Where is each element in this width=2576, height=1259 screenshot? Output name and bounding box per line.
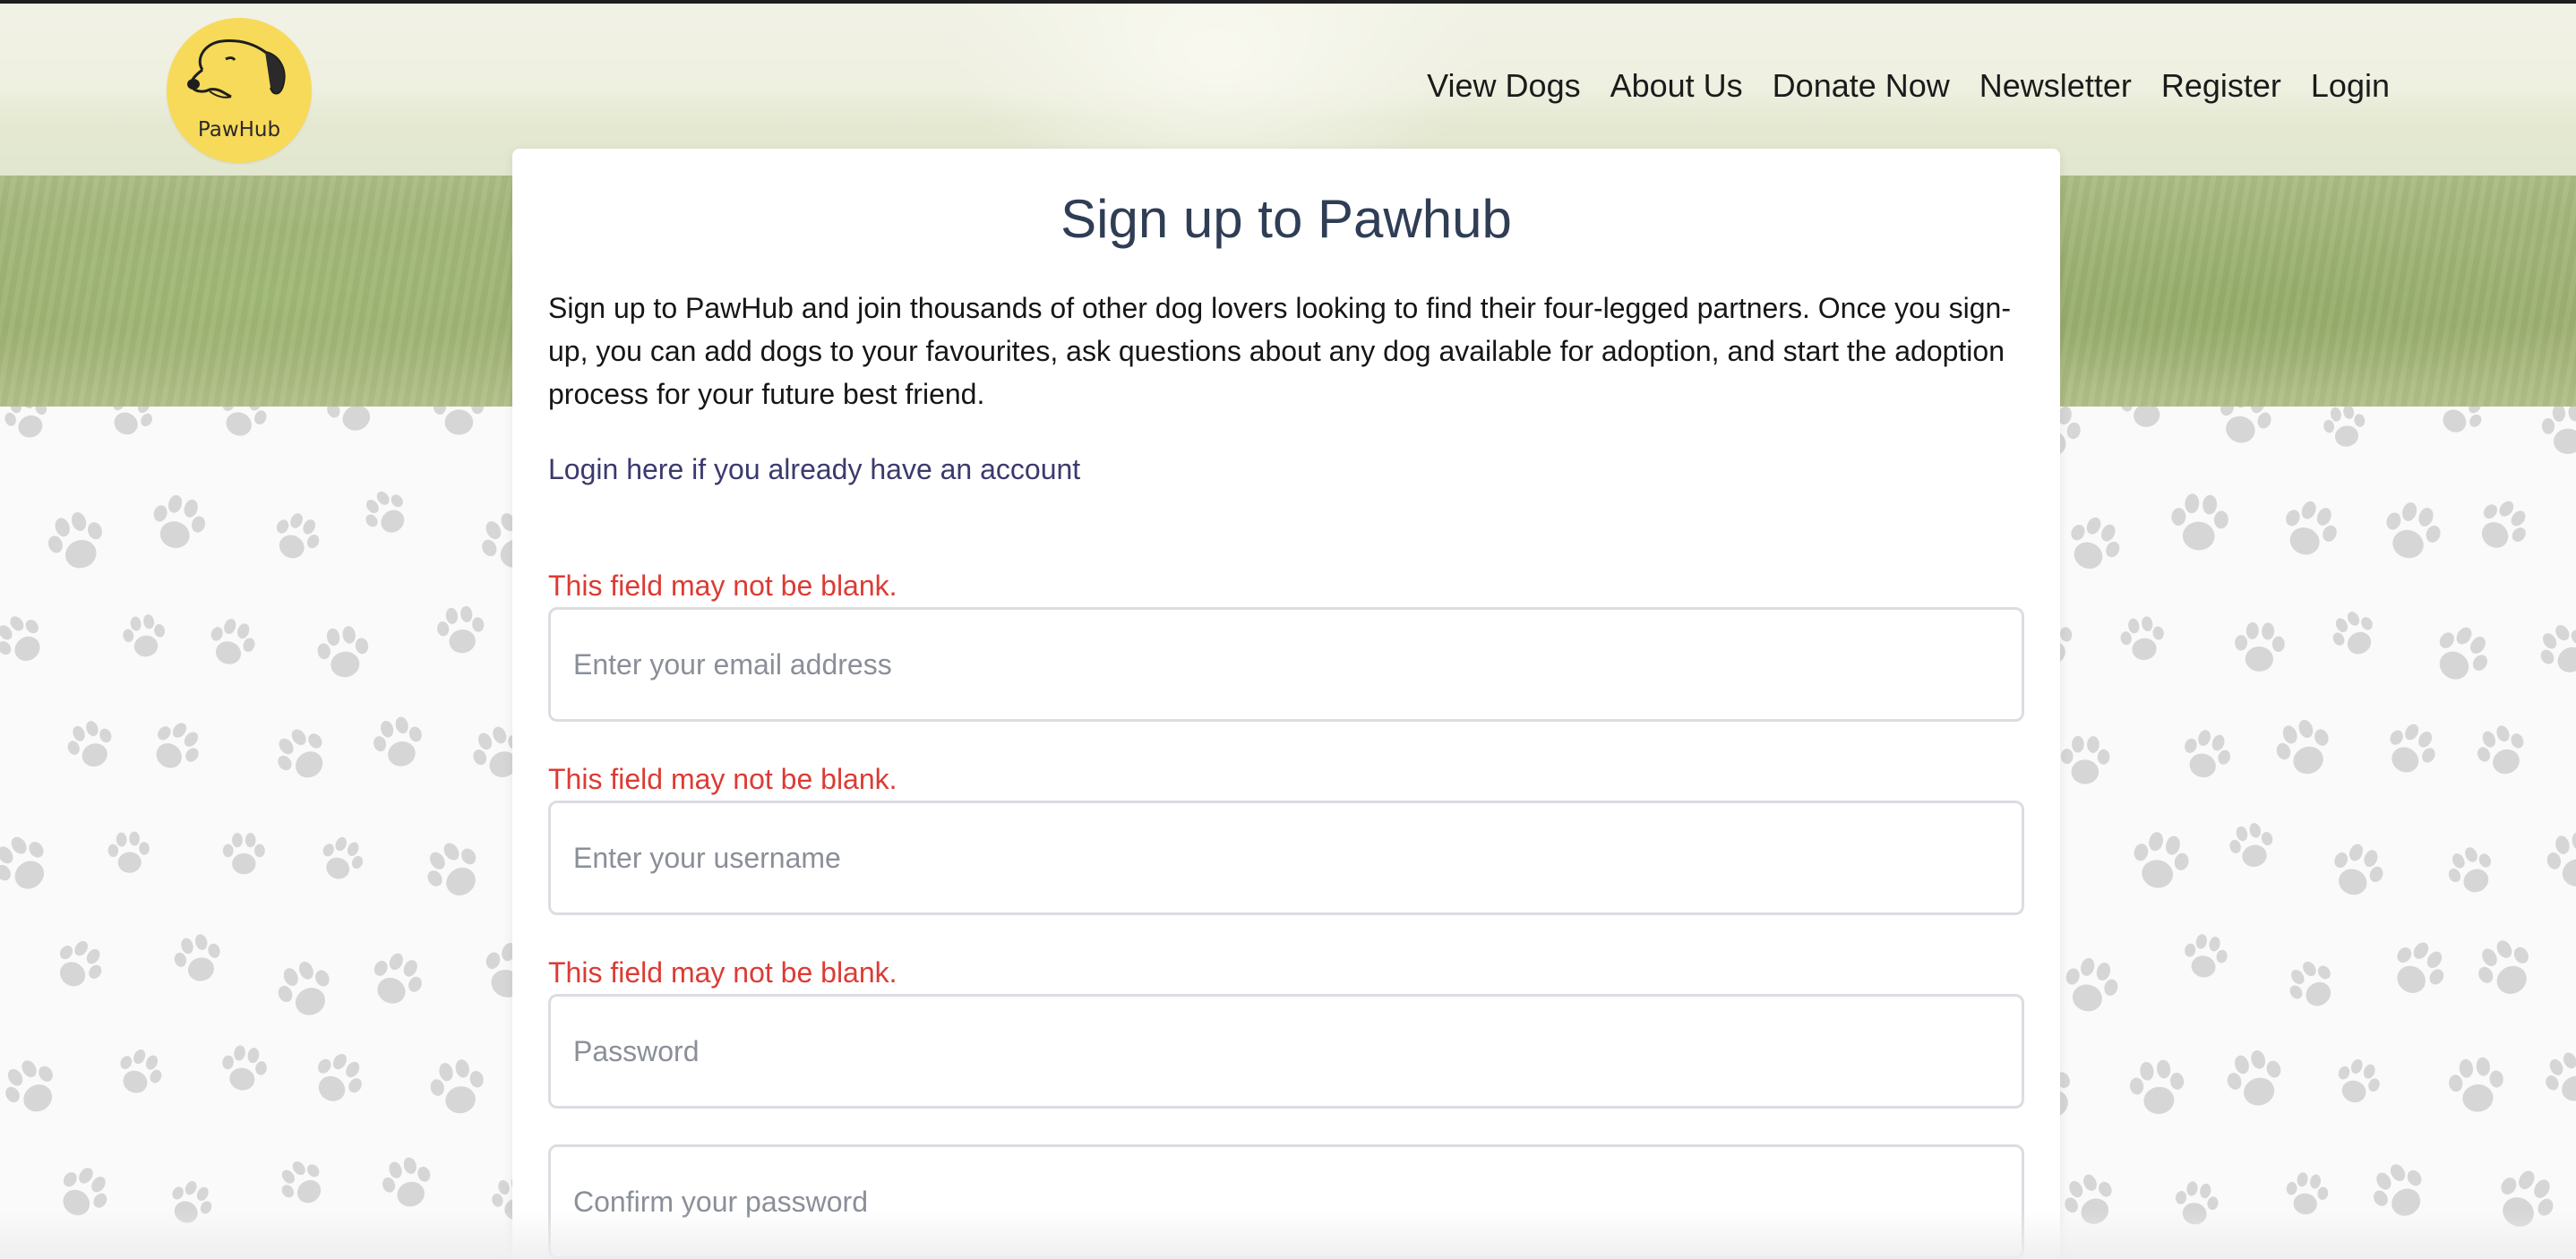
paw-print-icon <box>262 946 349 1034</box>
signup-card: Sign up to Pawhub Sign up to PawHub and … <box>512 149 2060 1259</box>
paw-print-icon <box>2050 502 2136 588</box>
nav-view-dogs[interactable]: View Dogs <box>1427 67 1580 105</box>
password-field[interactable] <box>548 994 2024 1109</box>
paw-print-icon <box>2567 942 2576 1032</box>
pawhub-logo[interactable]: PawHub <box>167 18 312 163</box>
paw-print-icon <box>2261 706 2347 792</box>
logo-text: PawHub <box>197 118 281 141</box>
paw-print-icon <box>2415 609 2508 702</box>
paw-print-icon <box>0 600 62 681</box>
paw-print-icon <box>2314 407 2375 458</box>
paw-print-icon <box>211 1037 276 1101</box>
paw-print-icon <box>32 498 121 587</box>
paw-print-icon <box>218 828 270 881</box>
paw-print-icon <box>2265 486 2353 574</box>
window-top-border <box>0 0 2576 4</box>
paw-print-icon <box>2110 407 2178 439</box>
paw-print-icon <box>418 1049 498 1128</box>
paw-print-icon <box>260 713 348 801</box>
username-error: This field may not be blank. <box>548 763 897 795</box>
paw-print-icon <box>205 407 280 453</box>
username-field[interactable] <box>548 801 2024 915</box>
paw-print-icon <box>2323 1048 2392 1118</box>
paw-print-icon <box>2174 926 2237 989</box>
main-navigation: View Dogs About Us Donate Now Newsletter… <box>1427 64 2390 107</box>
paw-print-icon <box>296 1039 379 1122</box>
paw-print-icon <box>2049 946 2131 1027</box>
paw-print-icon <box>2119 1051 2194 1126</box>
paw-print-icon <box>115 607 175 667</box>
paw-print-icon <box>2535 820 2576 902</box>
paw-print-icon <box>307 826 376 895</box>
email-field[interactable] <box>548 607 2024 722</box>
paw-print-icon <box>54 709 127 783</box>
paw-print-icon <box>195 607 267 679</box>
nav-login[interactable]: Login <box>2311 67 2390 105</box>
paw-print-icon <box>163 924 235 996</box>
login-link[interactable]: Login here if you already have an accoun… <box>548 453 1080 486</box>
paw-print-icon <box>258 500 333 575</box>
paw-print-icon <box>428 599 494 664</box>
paw-print-icon <box>2168 718 2244 793</box>
page-title: Sign up to Pawhub <box>1060 189 1512 249</box>
paw-print-icon <box>2369 709 2452 792</box>
paw-print-icon <box>0 818 69 912</box>
paw-print-icon <box>2434 834 2509 909</box>
paw-print-icon <box>427 407 492 443</box>
paw-print-icon <box>2315 830 2398 912</box>
paw-print-icon <box>133 706 216 788</box>
paw-print-icon <box>313 407 392 448</box>
paw-print-icon <box>2460 924 2552 1016</box>
paw-print-icon <box>2220 814 2286 880</box>
paw-print-icon <box>308 618 380 689</box>
paw-print-icon <box>0 1043 77 1133</box>
paw-print-icon <box>94 407 167 452</box>
paw-print-icon <box>2368 489 2456 577</box>
paw-print-icon <box>137 483 219 564</box>
paw-print-icon <box>2372 925 2462 1015</box>
paw-print-icon <box>361 706 436 781</box>
paw-print-icon <box>2228 616 2292 681</box>
paw-print-icon <box>2162 486 2238 562</box>
paw-print-icon <box>408 826 502 919</box>
paw-print-icon <box>2319 598 2391 671</box>
paw-print-icon <box>2273 946 2353 1025</box>
nav-about-us[interactable]: About Us <box>1610 67 1743 105</box>
nav-newsletter[interactable]: Newsletter <box>1979 67 2132 105</box>
paw-print-icon <box>38 926 118 1006</box>
paw-print-icon <box>2463 713 2542 792</box>
nav-register[interactable]: Register <box>2161 67 2281 105</box>
paw-print-icon <box>2111 609 2173 671</box>
nav-donate-now[interactable]: Donate Now <box>1773 67 1950 105</box>
paw-print-icon <box>2529 1038 2576 1119</box>
paw-print-icon <box>2055 730 2117 792</box>
paw-print-icon <box>101 826 157 881</box>
paw-print-icon <box>2524 609 2576 693</box>
paw-print-icon <box>2212 1038 2297 1123</box>
paw-print-icon <box>103 1037 176 1109</box>
signup-intro-text: Sign up to PawHub and join thousands of … <box>548 292 2011 410</box>
paw-print-icon <box>2203 407 2287 460</box>
paw-print-icon <box>2534 407 2576 463</box>
paw-print-icon <box>2459 484 2545 570</box>
bottom-fade <box>0 1211 2576 1259</box>
email-error: This field may not be blank. <box>548 570 897 602</box>
paw-print-icon <box>2422 407 2497 451</box>
password-error: This field may not be blank. <box>548 956 897 989</box>
paw-print-icon <box>355 939 438 1023</box>
paw-print-icon <box>0 407 62 452</box>
paw-print-icon <box>349 476 425 552</box>
dog-head-icon <box>187 39 286 98</box>
paw-print-icon <box>2439 1049 2514 1124</box>
paw-print-icon <box>2119 820 2202 904</box>
